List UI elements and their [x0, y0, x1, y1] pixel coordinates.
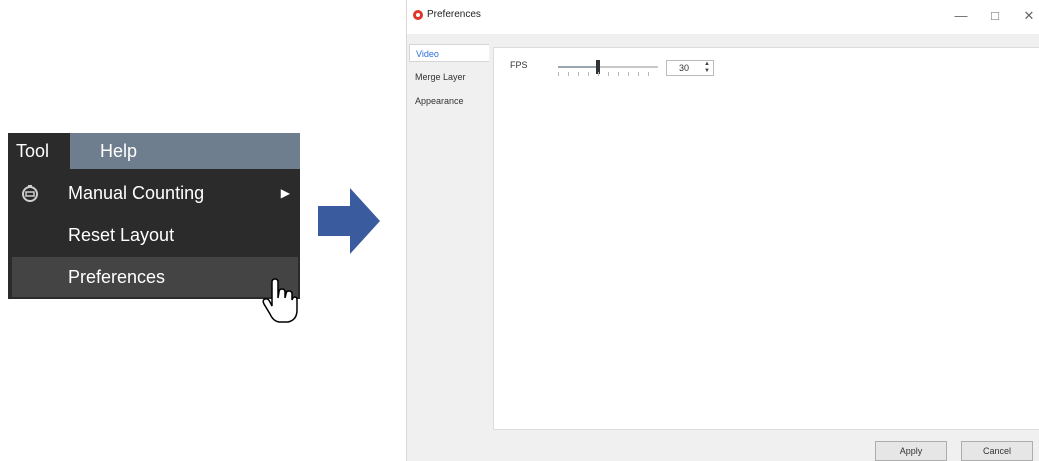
menubar: Tool Help [8, 133, 300, 169]
title-bar: Preferences — □ ✕ [407, 0, 1039, 34]
submenu-arrow-icon: ▶ [280, 186, 290, 200]
settings-nav: Video Merge Layer Appearance [407, 40, 493, 461]
fps-spinbox[interactable]: 30 ▲ ▼ [666, 60, 714, 76]
counter-icon [22, 185, 38, 202]
close-button[interactable]: ✕ [1019, 8, 1039, 24]
tool-menu: Tool Help Manual Counting ▶ Reset Layout… [8, 133, 300, 299]
preferences-dialog: Preferences — □ ✕ Video Merge Layer Appe… [406, 0, 1039, 461]
fps-value: 30 [679, 63, 690, 73]
slider-fill [558, 66, 598, 68]
menu-item-label: Reset Layout [68, 225, 175, 245]
menu-item-label: Preferences [68, 267, 166, 287]
nav-item-merge-layer[interactable]: Merge Layer [409, 68, 489, 86]
right-arrow-icon [318, 188, 380, 254]
app-logo-icon [413, 10, 423, 20]
video-settings-panel: FPS 30 ▲ ▼ [493, 47, 1039, 430]
menu-item-preferences[interactable]: Preferences [12, 257, 298, 297]
maximize-button[interactable]: □ [985, 8, 1005, 23]
menu-item-manual-counting[interactable]: Manual Counting ▶ [12, 173, 298, 213]
nav-item-video[interactable]: Video [409, 44, 489, 62]
hand-cursor-icon [262, 278, 298, 323]
menu-item-reset-layout[interactable]: Reset Layout [12, 215, 298, 255]
window-title: Preferences [427, 9, 481, 20]
slider-ticks [558, 72, 658, 76]
tool-dropdown: Manual Counting ▶ Reset Layout Preferenc… [8, 169, 300, 299]
menu-tool[interactable]: Tool [8, 133, 70, 169]
cancel-button[interactable]: Cancel [961, 441, 1033, 461]
menu-item-label: Manual Counting [68, 183, 205, 203]
apply-button[interactable]: Apply [875, 441, 947, 461]
minimize-button[interactable]: — [951, 8, 971, 23]
fps-slider[interactable] [558, 60, 658, 74]
spin-arrows-icon[interactable]: ▲ ▼ [704, 61, 710, 75]
menu-help[interactable]: Help [100, 133, 137, 169]
nav-item-appearance[interactable]: Appearance [409, 92, 489, 110]
fps-label: FPS [510, 60, 528, 70]
